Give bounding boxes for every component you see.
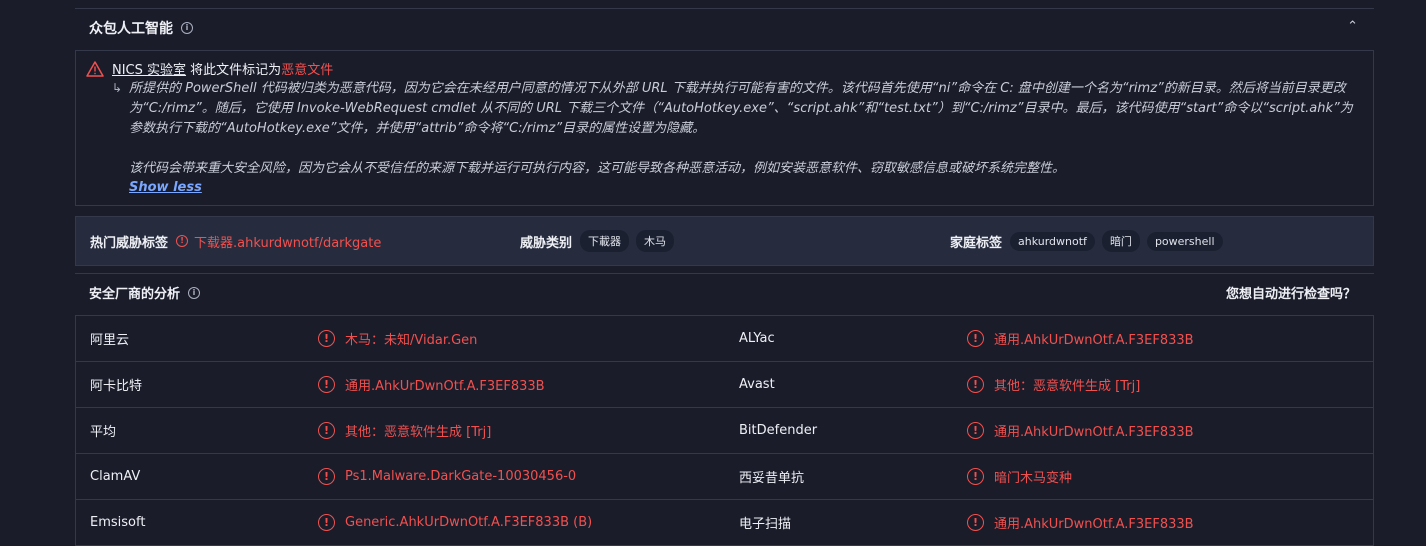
family-tag-label: 家庭标签 xyxy=(950,235,1003,251)
table-row: ClamAV ! Ps1.Malware.DarkGate-10030456-0 … xyxy=(76,454,1373,500)
popular-threat-tag-group: 热门威胁标签 ! 下载器.ahkurdwnotf/darkgate xyxy=(90,217,381,265)
category-pill[interactable]: 木马 xyxy=(636,230,675,252)
detection-result: ! 通用.AhkUrDwnOtf.A.F3EF833B xyxy=(967,500,1194,545)
vendor-results-table: 阿里云 ! 木马：未知/Vidar.Gen ALYac ! 通用.AhkUrDwnO… xyxy=(75,315,1374,546)
alert-circle-icon: ! xyxy=(967,422,984,439)
detection-result: ! 通用.AhkUrDwnOtf.A.F3EF833B xyxy=(318,362,545,407)
detection-result: ! 暗门木马变种 xyxy=(967,454,1072,499)
alert-circle-icon: ! xyxy=(176,235,189,247)
alert-circle-icon: ! xyxy=(318,514,335,531)
detection-result: ! 其他：恶意软件生成 [Trj] xyxy=(318,408,491,453)
vendor-analysis-header: 安全厂商的分析 i 您想自动进行检查吗？ xyxy=(75,273,1374,311)
ai-analysis-card: NICS 实验室 将此文件标记为 恶意文件 ↳ 所提供的 PowerShell … xyxy=(75,50,1374,206)
vendor-name: 电子扫描 xyxy=(739,517,792,532)
explanation-paragraph-2: 该代码会带来重大安全风险，因为它会从不受信任的来源下载并运行可执行内容，这可能导… xyxy=(129,161,1066,176)
alert-circle-icon: ! xyxy=(967,514,984,531)
family-tag-group: 家庭标签 ahkurdwnotf 暗门 powershell xyxy=(950,217,1230,265)
alert-circle-icon: ! xyxy=(318,330,335,347)
alert-circle-icon: ! xyxy=(967,468,984,485)
detection-result: ! 通用.AhkUrDwnOtf.A.F3EF833B xyxy=(967,408,1194,453)
crowdsourced-ai-header[interactable]: 众包人工智能 i ⌃ xyxy=(75,8,1374,46)
warning-icon xyxy=(86,60,104,77)
family-pill[interactable]: 暗门 xyxy=(1101,230,1140,252)
ai-explanation: 所提供的 PowerShell 代码被归类为恶意代码，因为它会在未经用户同意的情… xyxy=(129,79,1355,179)
threat-category-label: 威胁类别 xyxy=(520,235,573,251)
alert-circle-icon: ! xyxy=(318,422,335,439)
table-row: 平均 ! 其他：恶意软件生成 [Trj] BitDefender ! 通用.AhkU… xyxy=(76,408,1373,454)
threat-tags-bar: 热门威胁标签 ! 下载器.ahkurdwnotf/darkgate 威胁类别 下… xyxy=(75,216,1374,266)
verdict-label: 恶意文件 xyxy=(281,63,334,78)
alert-circle-icon: ! xyxy=(318,376,335,393)
detection-result: ! Generic.AhkUrDwnOtf.A.F3EF833B (B) xyxy=(318,500,592,545)
alert-circle-icon: ! xyxy=(967,330,984,347)
vendor-name: Avast xyxy=(739,377,775,392)
detection-result: ! 其他：恶意软件生成 [Trj] xyxy=(967,362,1140,407)
vendor-name: ALYac xyxy=(739,331,775,346)
source-link[interactable]: NICS 实验室 xyxy=(112,59,186,78)
vendor-name: BitDefender xyxy=(739,423,818,438)
detection-result: ! 通用.AhkUrDwnOtf.A.F3EF833B xyxy=(967,316,1194,361)
section-title: 众包人工智能 xyxy=(89,20,173,37)
chevron-up-icon[interactable]: ⌃ xyxy=(1347,19,1358,34)
reply-arrow-icon: ↳ xyxy=(112,81,123,95)
vendor-name: 阿卡比特 xyxy=(90,379,143,394)
vendor-name: ClamAV xyxy=(90,469,141,484)
explanation-paragraph-1: 所提供的 PowerShell 代码被归类为恶意代码，因为它会在未经用户同意的情… xyxy=(129,81,1353,136)
verdict-prefix: 将此文件标记为 xyxy=(190,63,282,78)
vendor-name: 阿里云 xyxy=(90,333,130,348)
vendor-analysis-title: 安全厂商的分析 xyxy=(89,287,181,302)
info-icon[interactable]: i xyxy=(188,286,201,299)
detection-result: ! 木马：未知/Vidar.Gen xyxy=(318,316,477,361)
verdict-line: NICS 实验室 将此文件标记为 恶意文件 xyxy=(86,59,333,78)
table-row: 阿里云 ! 木马：未知/Vidar.Gen ALYac ! 通用.AhkUrDwnO… xyxy=(76,316,1373,362)
vendor-name: 西妥昔单抗 xyxy=(739,471,805,486)
family-pill[interactable]: ahkurdwnotf xyxy=(1010,231,1095,251)
table-row: 阿卡比特 ! 通用.AhkUrDwnOtf.A.F3EF833B Avast ! 其… xyxy=(76,362,1373,408)
auto-check-link[interactable]: 您想自动进行检查吗？ xyxy=(1226,283,1356,302)
alert-circle-icon: ! xyxy=(967,376,984,393)
detection-result: ! Ps1.Malware.DarkGate-10030456-0 xyxy=(318,454,576,499)
show-less-link[interactable]: Show less xyxy=(129,180,202,195)
table-row: Emsisoft ! Generic.AhkUrDwnOtf.A.F3EF833B… xyxy=(76,500,1373,546)
family-pill[interactable]: powershell xyxy=(1146,231,1223,251)
alert-circle-icon: ! xyxy=(318,468,335,485)
info-icon[interactable]: i xyxy=(181,21,193,34)
popular-threat-value[interactable]: 下载器.ahkurdwnotf/darkgate xyxy=(194,232,381,251)
vendor-name: 平均 xyxy=(90,425,117,440)
vendor-name: Emsisoft xyxy=(90,515,146,530)
popular-threat-label: 热门威胁标签 xyxy=(90,235,169,251)
threat-category-group: 威胁类别 下載器 木马 xyxy=(520,217,681,265)
category-pill[interactable]: 下載器 xyxy=(580,230,630,252)
